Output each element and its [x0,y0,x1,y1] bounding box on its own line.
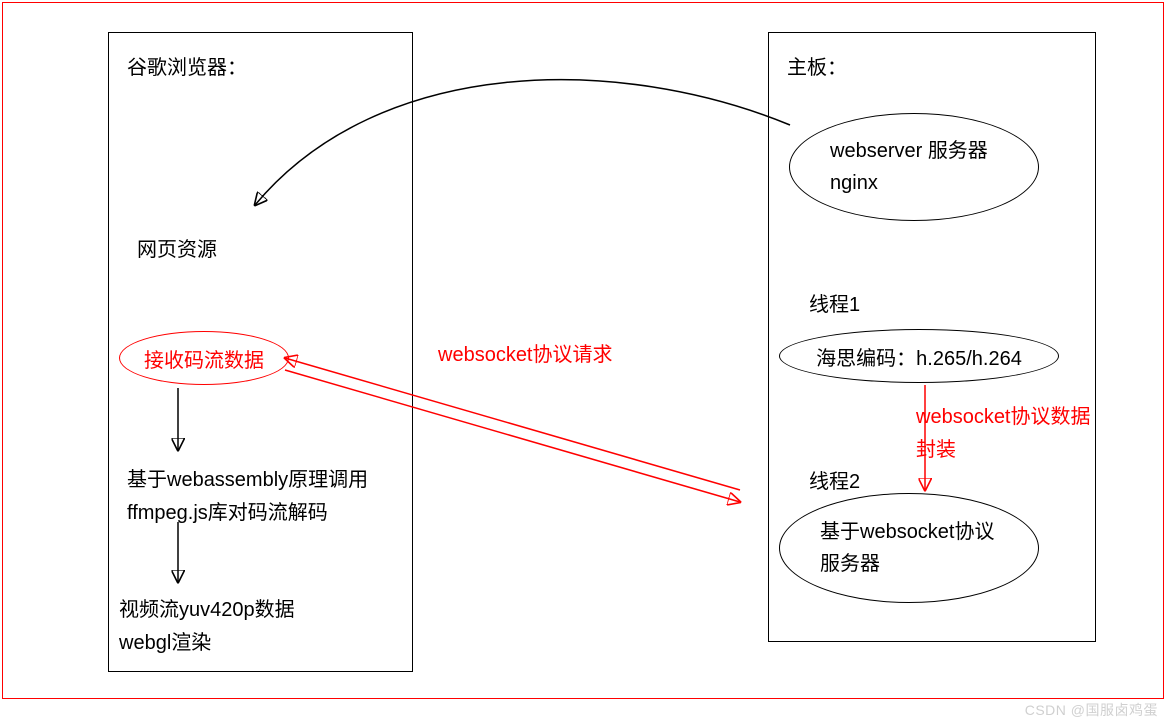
receive-stream-label: 接收码流数据 [144,344,264,373]
web-resource-node: 网页资源 [137,233,217,262]
watermark: CSDN @国服卤鸡蛋 [1025,700,1158,720]
mainboard-box: 主板： webserver 服务器 nginx 线程1 海思编码：h.265/h… [768,32,1096,642]
ws-server-line1: 基于websocket协议 [820,516,1018,548]
browser-box: 谷歌浏览器： 网页资源 接收码流数据 基于webassembly原理调用 ffm… [108,32,413,672]
ffmpeg-line1: 基于webassembly原理调用 [127,463,368,492]
thread2-label: 线程2 [809,465,860,494]
ws-server-line2: 服务器 [820,548,1018,580]
ws-request-label: websocket协议请求 [438,338,613,367]
yuv-line1: 视频流yuv420p数据 [119,593,295,622]
yuv-line2: webgl渲染 [119,626,211,655]
ws-data-line2: 封装 [916,433,956,462]
receive-stream-ellipse: 接收码流数据 [119,331,289,385]
hisilicon-ellipse: 海思编码：h.265/h.264 [779,329,1059,383]
hisilicon-label: 海思编码：h.265/h.264 [816,342,1022,371]
ws-data-line1: websocket协议数据 [916,400,1091,429]
webserver-line1: webserver 服务器 [830,135,1018,167]
ws-server-ellipse: 基于websocket协议 服务器 [779,493,1039,603]
mainboard-title: 主板： [787,51,847,80]
webserver-ellipse: webserver 服务器 nginx [789,113,1039,221]
ffmpeg-line2: ffmpeg.js库对码流解码 [127,496,328,525]
thread1-label: 线程1 [809,288,860,317]
browser-title: 谷歌浏览器： [127,51,247,80]
webserver-line2: nginx [830,167,1018,199]
